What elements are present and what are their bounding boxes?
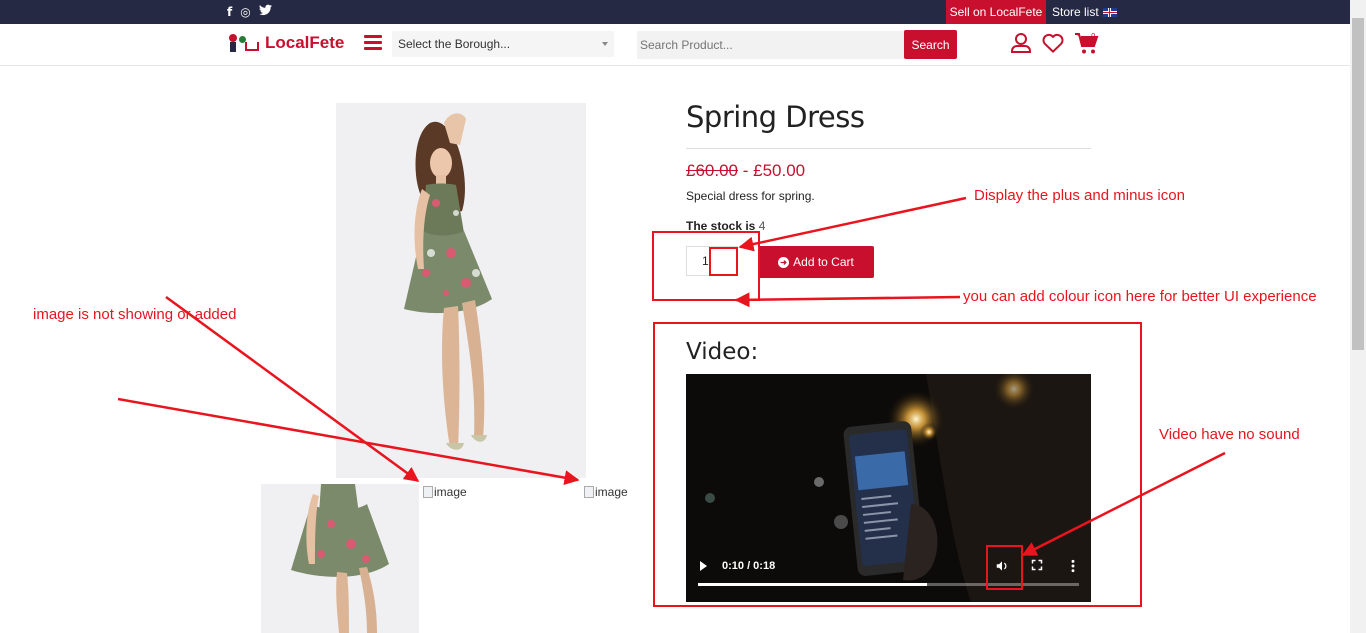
title-divider [686, 148, 1091, 149]
price-separator: - [738, 161, 754, 180]
facebook-icon[interactable]: f [227, 4, 232, 20]
old-price: £60.00 [686, 161, 738, 180]
search-button[interactable]: Search [904, 30, 957, 59]
product-thumbnail-1[interactable] [261, 484, 419, 633]
scrollbar-thumb[interactable] [1352, 18, 1364, 350]
main-header: LocalFete Select the Borough... Search 0 [0, 24, 1350, 66]
broken-image-alt: image [434, 485, 467, 499]
cart-count-badge: 0 [1091, 32, 1096, 40]
uk-flag-icon [1102, 8, 1117, 18]
page-scrollbar[interactable] [1350, 0, 1366, 633]
annotation-image-missing: image is not showing or added [33, 306, 237, 323]
product-main-image[interactable] [336, 103, 586, 478]
broken-image-alt: image [595, 485, 628, 499]
annotation-box-stepper [709, 247, 738, 276]
store-list-label: Store list [1052, 5, 1099, 19]
add-to-cart-button[interactable]: ➜ Add to Cart [758, 246, 874, 278]
annotation-box-quantity [652, 231, 760, 301]
instagram-icon[interactable]: ◎ [240, 4, 250, 20]
user-icon[interactable] [1011, 33, 1031, 53]
logo-mark-icon [227, 32, 263, 54]
product-description: Special dress for spring. [686, 189, 815, 203]
sell-on-localfete-button[interactable]: Sell on LocalFete [946, 0, 1046, 24]
logo[interactable]: LocalFete [227, 32, 344, 54]
annotation-colour-icon: you can add colour icon here for better … [963, 288, 1317, 305]
add-to-cart-label: Add to Cart [793, 255, 854, 269]
twitter-icon[interactable] [258, 4, 272, 20]
annotation-box-volume [986, 545, 1023, 590]
search-input[interactable] [637, 31, 905, 59]
annotation-plus-minus: Display the plus and minus icon [974, 187, 1185, 204]
annotation-box-video [653, 322, 1142, 607]
product-title: Spring Dress [686, 100, 865, 134]
logo-text: LocalFete [265, 33, 345, 52]
broken-image-3[interactable]: image [584, 485, 628, 499]
broken-image-icon [584, 486, 594, 498]
product-price: £60.00 - £50.00 [686, 161, 805, 181]
social-links: f ◎ [227, 4, 272, 20]
annotation-no-sound: Video have no sound [1159, 426, 1300, 443]
chevron-down-icon [602, 42, 608, 46]
store-list-link[interactable]: Store list [1052, 0, 1117, 24]
menu-icon[interactable] [364, 35, 382, 51]
top-bar: f ◎ Sell on LocalFete Store list [0, 0, 1350, 24]
current-price: £50.00 [753, 161, 806, 180]
borough-select-value: Select the Borough... [398, 37, 511, 51]
broken-image-icon [423, 486, 433, 498]
borough-select[interactable]: Select the Borough... [392, 31, 614, 57]
broken-image-2[interactable]: image [423, 485, 467, 499]
heart-icon[interactable] [1042, 33, 1064, 53]
arrow-right-circle-icon: ➜ [778, 256, 790, 268]
